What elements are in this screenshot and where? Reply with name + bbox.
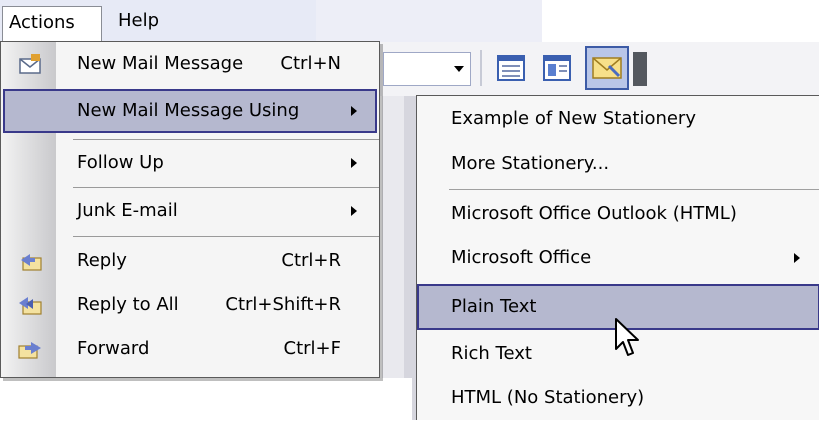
- toolbar-button-envelope-active[interactable]: [585, 46, 629, 90]
- submenu-separator: [449, 189, 819, 190]
- submenu-item-html-no-stationery[interactable]: HTML (No Stationery): [417, 375, 819, 421]
- menu-item-label: Follow Up: [77, 152, 164, 173]
- toolbar-dropdown[interactable]: [383, 52, 471, 86]
- submenu-arrow-icon: [351, 158, 357, 168]
- menu-separator: [73, 236, 379, 237]
- menu-separator: [73, 139, 379, 140]
- submenu-item-more-stationery[interactable]: More Stationery...: [417, 141, 819, 187]
- menu-actions[interactable]: Actions: [2, 6, 102, 42]
- submenu-item-outlook-html[interactable]: Microsoft Office Outlook (HTML): [417, 191, 819, 237]
- stationery-submenu: Example of New Stationery More Stationer…: [416, 95, 819, 420]
- menu-item-label: Forward: [77, 338, 150, 359]
- toolbar-button-list-icon[interactable]: [494, 50, 528, 86]
- submenu-item-microsoft-office[interactable]: Microsoft Office: [417, 235, 819, 281]
- menu-help-label: Help: [118, 10, 160, 31]
- menu-item-label: New Mail Message Using: [77, 100, 300, 121]
- menu-separator: [73, 187, 379, 188]
- menu-item-new-mail-message-using[interactable]: New Mail Message Using: [3, 89, 377, 133]
- submenu-item-example-stationery[interactable]: Example of New Stationery: [417, 96, 819, 142]
- background-column-shadow: [404, 96, 416, 420]
- menu-actions-label: Actions: [9, 12, 75, 33]
- menu-help[interactable]: Help: [112, 5, 165, 37]
- toolbar-separator: [480, 50, 482, 86]
- new-mail-icon: [17, 51, 43, 77]
- menu-item-label: Reply: [77, 250, 127, 271]
- chevron-down-icon: [454, 66, 464, 72]
- submenu-item-label: Example of New Stationery: [451, 108, 696, 129]
- menu-item-label: Junk E-mail: [77, 200, 178, 221]
- menu-item-reply[interactable]: Reply Ctrl+R: [3, 239, 377, 283]
- submenu-item-label: Rich Text: [451, 343, 532, 364]
- toolbar-overflow-handle[interactable]: [633, 52, 647, 86]
- reading-pane-icon: [543, 55, 571, 81]
- mouse-pointer-icon: [614, 317, 642, 359]
- list-view-icon: [497, 55, 525, 81]
- menu-item-reply-to-all[interactable]: Reply to All Ctrl+Shift+R: [3, 283, 377, 327]
- submenu-item-label: Plain Text: [451, 296, 537, 317]
- menu-item-follow-up[interactable]: Follow Up: [3, 141, 377, 185]
- submenu-item-label: More Stationery...: [451, 153, 610, 174]
- submenu-item-label: Microsoft Office Outlook (HTML): [451, 203, 737, 224]
- envelope-icon: [592, 57, 622, 79]
- submenu-arrow-icon: [794, 253, 800, 263]
- submenu-item-label: Microsoft Office: [451, 247, 592, 268]
- window-background-lower: [0, 378, 412, 420]
- menu-item-shortcut: Ctrl+R: [281, 250, 341, 271]
- menu-item-label: New Mail Message: [77, 53, 244, 74]
- submenu-arrow-icon: [351, 206, 357, 216]
- actions-dropdown-menu: New Mail Message Ctrl+N New Mail Message…: [0, 41, 380, 378]
- submenu-arrow-icon: [351, 106, 357, 116]
- toolbar-button-preview[interactable]: [540, 50, 574, 86]
- reply-icon: [17, 248, 43, 274]
- menu-bar-filler: [316, 0, 542, 42]
- forward-icon: [17, 336, 43, 362]
- menu-item-new-mail-message[interactable]: New Mail Message Ctrl+N: [3, 42, 377, 86]
- menu-item-junk-email[interactable]: Junk E-mail: [3, 189, 377, 233]
- reply-all-icon: [17, 292, 43, 318]
- menu-item-shortcut: Ctrl+F: [283, 338, 341, 359]
- submenu-item-label: HTML (No Stationery): [451, 387, 645, 408]
- menu-item-shortcut: Ctrl+Shift+R: [225, 294, 341, 315]
- menu-item-shortcut: Ctrl+N: [280, 53, 341, 74]
- menu-item-label: Reply to All: [77, 294, 179, 315]
- menu-item-forward[interactable]: Forward Ctrl+F: [3, 327, 377, 371]
